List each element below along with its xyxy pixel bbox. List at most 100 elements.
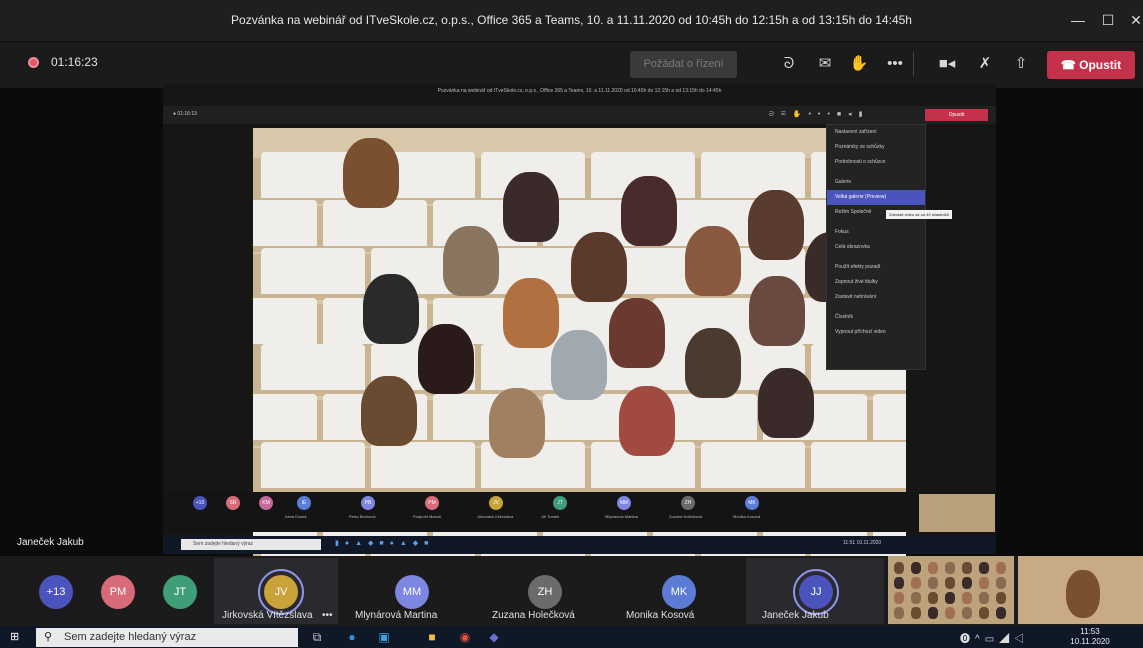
more-options-icon[interactable]: •••	[322, 610, 333, 621]
seat	[371, 442, 475, 488]
menu-item[interactable]: Zastavit nahrávání	[827, 290, 925, 305]
chat-icon[interactable]: ✉	[812, 52, 838, 76]
shared-taskbar-clock: 11:51 10.11.2020	[843, 540, 881, 546]
search-icon: ⚲	[44, 631, 53, 643]
explorer-icon[interactable]: ■	[423, 628, 441, 646]
shared-participant-avatar: MK	[745, 496, 759, 510]
thumbnail-participant	[894, 607, 904, 619]
gallery-participant	[551, 330, 607, 400]
thumbnail-participant	[962, 562, 972, 574]
menu-item[interactable]: Velká galerie (Preview)	[827, 190, 925, 205]
thumbnail-participant	[979, 592, 989, 604]
gallery-participant	[361, 376, 417, 446]
thumbnail-participant	[962, 607, 972, 619]
mic-icon[interactable]: ✗	[972, 52, 998, 76]
presenter-name: Janeček Jakub	[17, 537, 84, 548]
thumbnail-participant	[962, 577, 972, 589]
gallery-participant	[571, 232, 627, 302]
shared-leave-button: Opustit	[925, 109, 988, 121]
store-icon[interactable]: ▣	[375, 628, 393, 646]
participant-avatar-mk[interactable]: MK	[662, 575, 696, 609]
gallery-participant	[758, 368, 814, 438]
participant-name-zh: Zuzana Holečková	[492, 610, 575, 621]
task-view-icon[interactable]: ⧉	[308, 628, 326, 646]
together-mode-thumbnail[interactable]	[888, 556, 1014, 624]
thumbnail-participant	[979, 562, 989, 574]
thumbnail-participant	[945, 577, 955, 589]
participant-avatar-jt[interactable]: JT	[163, 575, 197, 609]
more-icon[interactable]: •••	[882, 52, 908, 76]
thumbnail-participant	[996, 607, 1006, 619]
shared-participant-avatar: KM	[259, 496, 273, 510]
menu-item[interactable]: Vypnout příchozí video	[827, 325, 925, 340]
menu-item[interactable]: Zapnout živé titulky	[827, 275, 925, 290]
menu-item[interactable]: Poznámky ze schůzky	[827, 140, 925, 155]
thumbnail-participant	[928, 577, 938, 589]
participant-avatar-mm[interactable]: MM	[395, 575, 429, 609]
request-control-button[interactable]: Požádat o řízení	[630, 51, 737, 78]
people-icon[interactable]: ᘐ	[776, 52, 802, 76]
thumbnail-participant	[894, 577, 904, 589]
self-video-thumbnail[interactable]	[1018, 556, 1143, 624]
gallery-participant	[443, 226, 499, 296]
participant-avatar-jv[interactable]: JV	[264, 575, 298, 609]
shared-participant-avatar: MM	[617, 496, 631, 510]
window-title: Pozvánka na webinář od ITveSkole.cz, o.p…	[231, 13, 912, 27]
menu-item[interactable]: Galerie	[827, 175, 925, 190]
clock-date: 10.11.2020	[1070, 637, 1110, 646]
teams-icon[interactable]: ◆	[485, 628, 503, 646]
more-participants-avatar[interactable]: +13	[39, 575, 73, 609]
participant-avatar-jj[interactable]: JJ	[799, 575, 833, 609]
menu-item[interactable]: Celá obrazovka	[827, 240, 925, 255]
shared-participant-name: Zuzana Holečková	[669, 514, 703, 519]
taskbar-clock[interactable]: 11:53 10.11.2020	[1070, 627, 1110, 647]
raise-hand-icon[interactable]: ✋	[846, 52, 872, 76]
seat	[873, 394, 906, 440]
chrome-icon[interactable]: ◉	[456, 628, 474, 646]
shared-participant-name: Mlynárová Martina	[605, 514, 638, 519]
shared-participant-name: Irena Dosek	[285, 514, 307, 519]
shared-participant-name: Monika Kosová	[733, 514, 761, 519]
menu-item[interactable]: Fokus	[827, 225, 925, 240]
participant-avatar-zh[interactable]: ZH	[528, 575, 562, 609]
thumbnail-participant	[911, 577, 921, 589]
gallery-participant	[343, 138, 399, 208]
menu-item[interactable]: Nastavení zařízení	[827, 125, 925, 140]
minimize-icon[interactable]: —	[1067, 9, 1089, 31]
windows-start-icon[interactable]: ⊞	[10, 631, 22, 643]
system-tray-icons[interactable]: ⓿^▭◢◁	[960, 630, 1029, 645]
shared-participant-avatar: JT	[553, 496, 567, 510]
shared-toolbar-icons: ᘐ✉✋•••■◂▮	[769, 111, 870, 118]
shared-participant-name: Jiří Tomeš	[541, 514, 560, 519]
shared-timer: ● 01:16:13	[173, 111, 197, 117]
menu-item[interactable]: Podrobnosti o schůzce	[827, 155, 925, 170]
clock-time: 11:53	[1080, 627, 1100, 636]
camera-icon[interactable]: ■◂	[934, 52, 960, 76]
close-icon[interactable]: ✕	[1125, 9, 1143, 31]
thumbnail-participant	[911, 562, 921, 574]
taskbar-search-input[interactable]: ⚲ Sem zadejte hledaný výraz	[36, 628, 298, 647]
menu-item[interactable]: Číselník	[827, 310, 925, 325]
shared-timer-value: 01:16:13	[177, 111, 197, 117]
shared-self-video	[919, 494, 995, 532]
gallery-participant	[503, 278, 559, 348]
gallery-participant	[609, 298, 665, 368]
edge-icon[interactable]: ●	[343, 628, 361, 646]
meeting-timer: 01:16:23	[51, 55, 98, 69]
thumbnail-participant	[928, 592, 938, 604]
shared-participant-avatar: JV	[489, 496, 503, 510]
thumbnail-participant	[945, 607, 955, 619]
participant-avatar-pm[interactable]: PM	[101, 575, 135, 609]
thumbnail-participant	[928, 607, 938, 619]
leave-button[interactable]: ☎ Opustit	[1047, 51, 1135, 79]
participant-name-jv: Jirkovská Vítězslava	[222, 610, 313, 621]
menu-item[interactable]: Použít efekty pozadí	[827, 260, 925, 275]
maximize-icon[interactable]: ☐	[1097, 9, 1119, 31]
share-icon[interactable]: ⇧	[1008, 52, 1034, 76]
seat	[701, 442, 805, 488]
taskbar-search-placeholder: Sem zadejte hledaný výraz	[64, 631, 197, 643]
shared-taskbar-apps: ▮●▲◆■●▲◆■	[335, 540, 435, 547]
thumbnail-participant	[996, 577, 1006, 589]
participant-name-jj: Janeček Jakub	[762, 610, 829, 621]
shared-screen: Pozvánka na webinář od ITveSkole.cz, o.p…	[163, 84, 996, 580]
